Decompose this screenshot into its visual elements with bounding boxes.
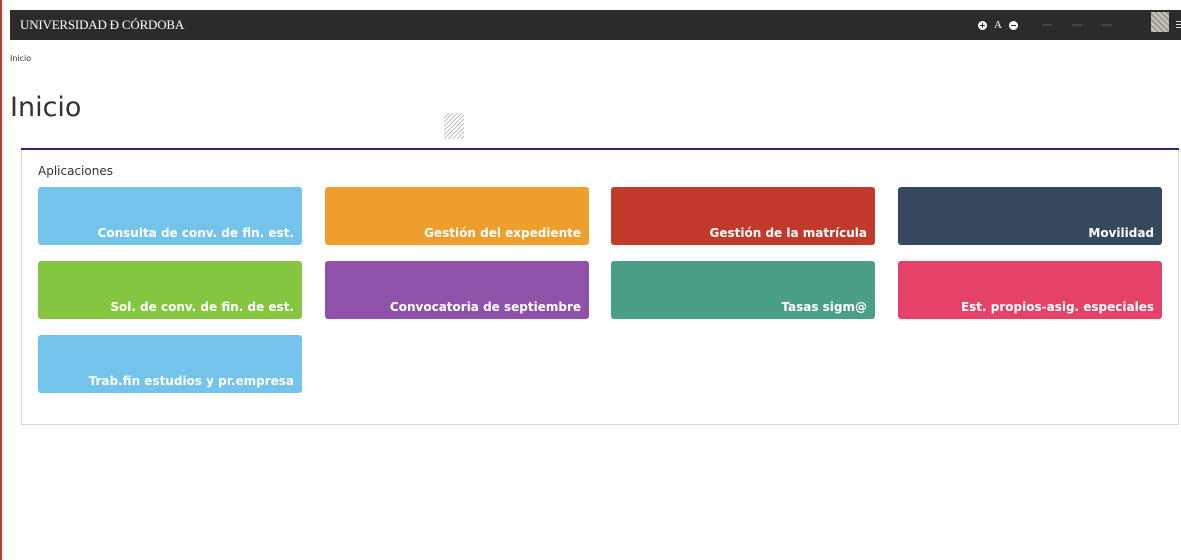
zoom-out-icon[interactable] [1008,20,1018,30]
accessibility-tools: A [978,10,1018,40]
app-tile-label: Gestión del expediente [424,226,581,240]
app-tile-label: Convocatoria de septiembre [389,300,581,314]
applications-panel: Aplicaciones Consulta de conv. de fin. e… [21,150,1179,425]
app-tile-label: Consulta de conv. de fin. est. [97,226,294,240]
applications-heading: Aplicaciones [38,164,113,178]
app-tile-consulta-conv[interactable]: Consulta de conv. de fin. est. [38,187,302,245]
app-tile-trab-fin-estudios[interactable]: Trab.fin estudios y pr.empresa [38,335,302,393]
app-tile-tasas-sigma[interactable]: Tasas sigm@ [611,261,875,319]
app-tile-label: Est. propios-asig. especiales [960,300,1154,314]
page-title: Inicio [10,92,82,123]
top-navbar: UNIVERSIDAD Ð CÓRDOBA A [10,10,1181,40]
image-artifact [444,113,464,139]
user-link-3[interactable] [1102,24,1112,26]
breadcrumb: Inicio [10,54,31,63]
app-tile-label: Trab.fin estudios y pr.empresa [88,374,294,388]
university-logo[interactable]: UNIVERSIDAD Ð CÓRDOBA [20,17,184,33]
font-size-toggle[interactable]: A [994,19,1002,31]
menu-icon[interactable] [1176,21,1181,29]
app-tile-est-propios[interactable]: Est. propios-asig. especiales [898,261,1162,319]
app-tile-label: Movilidad [1088,226,1154,240]
zoom-in-icon[interactable] [978,20,987,30]
app-tile-label: Tasas sigm@ [781,300,867,314]
app-tile-gestion-matricula[interactable]: Gestión de la matrícula [611,187,875,245]
app-tile-label: Gestión de la matrícula [709,226,867,240]
user-link-1[interactable] [1042,24,1052,26]
app-tile-convocatoria-septiembre[interactable]: Convocatoria de septiembre [325,261,589,319]
app-tile-sol-conv[interactable]: Sol. de conv. de fin. de est. [38,261,302,319]
user-avatar[interactable] [1151,12,1169,32]
user-links [1042,10,1112,40]
breadcrumb-current: Inicio [10,54,32,63]
app-tile-gestion-expediente[interactable]: Gestión del expediente [325,187,589,245]
window-left-border [0,0,2,560]
app-tile-label: Sol. de conv. de fin. de est. [110,300,294,314]
user-link-2[interactable] [1072,24,1082,26]
app-tile-movilidad[interactable]: Movilidad [898,187,1162,245]
